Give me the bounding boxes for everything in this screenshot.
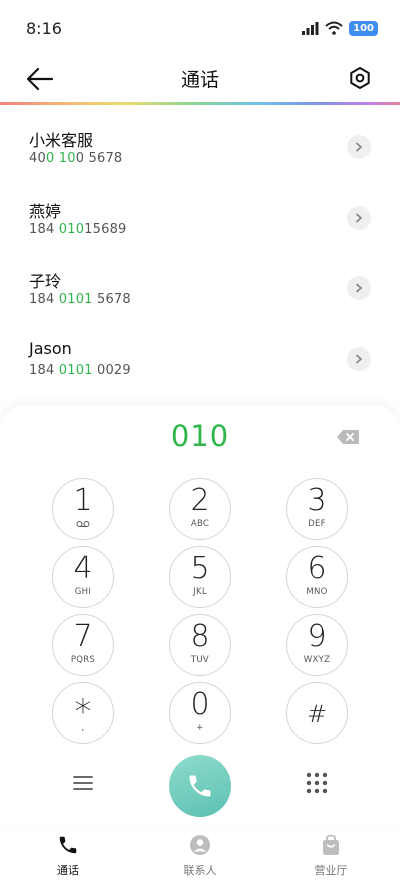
phone-icon — [189, 775, 211, 797]
key-letters: , — [81, 723, 85, 733]
page-title: 通话 — [180, 69, 219, 91]
number-part: 15689 — [84, 221, 127, 237]
voicemail-icon — [76, 521, 90, 527]
contact-suggestion-list: 小米客服 400 100 5678 燕婷 184 01015689 子玲 184… — [0, 105, 400, 387]
number-part: 184 — [29, 292, 59, 307]
contact-item[interactable]: 子玲 184 0101 5678 — [0, 246, 400, 317]
number-part: 0 5678 — [75, 151, 123, 166]
number-part: 40 — [29, 151, 46, 166]
backspace-icon[interactable] — [336, 429, 360, 445]
number-part: 184 — [29, 221, 59, 237]
bottom-nav: 通话 联系人 营业厅 — [0, 828, 400, 889]
key-letters: JKL — [193, 586, 207, 597]
chevron-right-icon[interactable] — [347, 346, 371, 371]
key-letters: DEF — [308, 518, 326, 529]
status-time: 8:16 — [26, 18, 62, 38]
hamburger-menu-icon[interactable] — [73, 775, 93, 791]
number-match: 0 10 — [45, 151, 76, 166]
contact-number: 184 0101 5678 — [29, 292, 131, 307]
contact-name: Jason — [29, 338, 72, 358]
contact-name: 小米客服 — [29, 131, 94, 150]
dial-key-1[interactable]: 1 — [52, 478, 114, 540]
key-digit: 3 — [307, 482, 327, 518]
contact-person-icon — [190, 835, 210, 855]
phone-icon — [59, 836, 77, 854]
key-digit: 7 — [73, 618, 93, 654]
nav-label: 营业厅 — [314, 864, 348, 877]
number-part: 0029 — [92, 362, 131, 378]
contact-number: 400 100 5678 — [29, 151, 122, 166]
battery-indicator: 100 — [349, 20, 378, 36]
key-digit: 9 — [307, 618, 327, 654]
contact-number: 184 0101 0029 — [29, 363, 131, 378]
wifi-icon — [325, 21, 343, 35]
chevron-right-icon[interactable] — [347, 276, 371, 300]
signal-bars-icon — [302, 22, 319, 35]
key-digit: 8 — [190, 618, 210, 654]
dialpad-panel: 010 1 2 ABC 3 DEF 4 GHI 5 JKL 6 MNO 7 PQ… — [0, 405, 400, 825]
number-part: 5678 — [92, 292, 131, 307]
gear-hexagon-icon[interactable] — [348, 66, 372, 90]
key-letters: + — [196, 722, 204, 733]
dial-key-hash[interactable]: # — [286, 682, 348, 744]
call-button[interactable] — [169, 755, 231, 817]
dial-key-2[interactable]: 2 ABC — [169, 478, 231, 540]
nav-tab-service-hall[interactable]: 营业厅 — [281, 834, 381, 878]
nav-tab-calls[interactable]: 通话 — [18, 834, 118, 878]
chevron-right-icon[interactable] — [347, 205, 371, 230]
key-digit: 1 — [73, 483, 93, 518]
dial-key-7[interactable]: 7 PQRS — [52, 614, 114, 676]
dial-key-6[interactable]: 6 MNO — [286, 546, 348, 608]
dial-key-3[interactable]: 3 DEF — [286, 478, 348, 540]
nav-label: 联系人 — [183, 864, 217, 877]
contact-item[interactable]: 燕婷 184 01015689 — [0, 176, 400, 247]
number-match: 010 — [58, 221, 85, 237]
key-digit: 4 — [73, 550, 93, 586]
dial-key-4[interactable]: 4 GHI — [52, 546, 114, 608]
contact-item[interactable]: Jason 184 0101 0029 — [0, 317, 400, 388]
app-header: 通话 — [0, 56, 400, 102]
contact-name: 燕婷 — [29, 201, 62, 221]
dial-key-5[interactable]: 5 JKL — [169, 546, 231, 608]
key-digit: 2 — [190, 482, 210, 518]
dial-key-star[interactable]: * , — [52, 682, 114, 744]
dial-key-0[interactable]: 0 + — [169, 682, 231, 744]
chevron-right-icon[interactable] — [347, 135, 371, 159]
dial-key-8[interactable]: 8 TUV — [169, 614, 231, 676]
status-bar: 8:16 100 — [0, 0, 400, 56]
status-icons: 100 — [301, 20, 378, 36]
number-match: 0101 — [58, 292, 93, 307]
key-digit: 6 — [307, 550, 327, 586]
number-part: 184 — [29, 362, 59, 378]
key-letters: MNO — [306, 586, 328, 597]
key-letters: WXYZ — [303, 654, 331, 665]
key-digit: # — [306, 700, 328, 728]
nav-tab-contacts[interactable]: 联系人 — [150, 834, 250, 878]
contact-number: 184 01015689 — [29, 222, 127, 237]
arrow-left-icon[interactable] — [26, 66, 54, 92]
nav-label: 通话 — [57, 864, 79, 877]
key-digit: 0 — [190, 686, 210, 722]
key-letters: GHI — [74, 586, 92, 597]
key-letters: PQRS — [70, 654, 96, 665]
keypad-grid-icon[interactable] — [306, 772, 328, 794]
dial-key-9[interactable]: 9 WXYZ — [286, 614, 348, 676]
contact-item[interactable]: 小米客服 400 100 5678 — [0, 105, 400, 176]
contact-name: 子玲 — [29, 272, 62, 291]
shopping-bag-icon — [323, 834, 339, 855]
key-letters: TUV — [190, 654, 210, 665]
key-digit: 5 — [190, 550, 210, 586]
key-letters: ABC — [190, 518, 210, 529]
number-match: 0101 — [58, 362, 93, 378]
